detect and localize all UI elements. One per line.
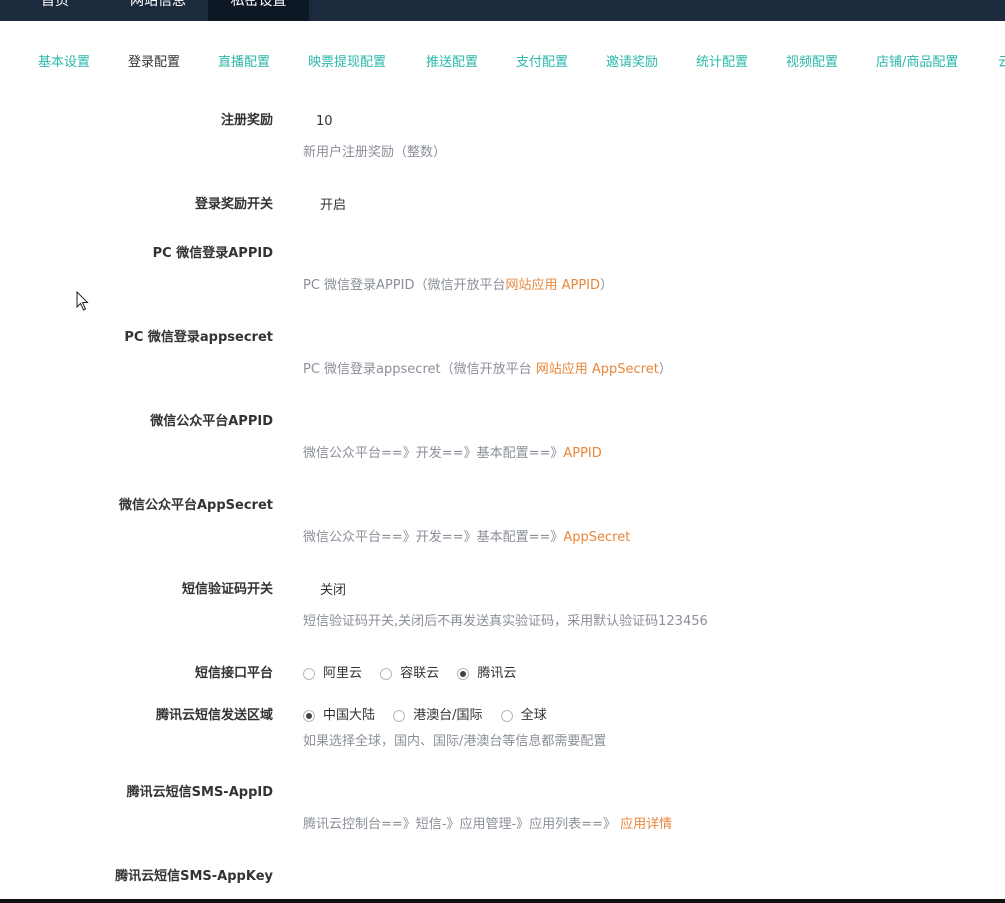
radio-option-label: 容联云 [400,666,440,681]
login-reward-label: 登录奖励开关 [194,197,273,212]
tx-appid-help-link[interactable]: 应用详情 [620,817,672,832]
sms-switch-label: 短信验证码开关 [181,582,273,597]
subtab-invite[interactable]: 邀请奖励 [606,52,658,74]
radio-option-label: 全球 [520,708,547,723]
pc-wx-appid-help: PC 微信登录APPID（微信开放平台网站应用 APPID） [303,277,613,295]
reg-reward-input[interactable]: 10 [316,113,333,131]
tx-appid-help: 腾讯云控制台==》短信-》应用管理-》应用列表==》 应用详情 [303,816,672,834]
subtab-stats[interactable]: 统计配置 [696,52,748,74]
radio-unchecked-icon[interactable] [393,710,406,722]
radio-checked-icon[interactable] [457,668,470,680]
subtab-live[interactable]: 直播配置 [218,52,270,74]
tx-region-help: 如果选择全球，国内、国际/港澳台等信息都需要配置 [303,734,607,749]
topnav-site-info[interactable]: 网站信息 [110,0,206,21]
mp-secret-help-link[interactable]: AppSecret [563,530,630,545]
sms-platform-radio-group: 阿里云 容联云 腾讯云 [303,665,530,686]
sms-switch-select[interactable]: 关闭 [320,582,346,600]
subtab-push[interactable]: 推送配置 [426,52,478,74]
pc-wx-secret-help-prefix: PC 微信登录appsecret（微信开放平台 [303,362,536,377]
settings-subtabs: 基本设置 登录配置 直播配置 映票提现配置 推送配置 支付配置 邀请奖励 统计配… [0,52,1005,74]
sms-platform-option-tencent[interactable]: 腾讯云 [457,665,516,683]
bottom-edge-bar [0,899,1005,903]
subtab-login[interactable]: 登录配置 [128,52,180,74]
pc-wx-secret-help-suffix: ） [658,362,672,377]
radio-option-label: 中国大陆 [323,708,376,723]
mp-secret-help-prefix: 微信公众平台==》开发==》基本配置==》 [303,530,564,545]
login-reward-select[interactable]: 开启 [320,197,346,215]
sms-platform-label: 短信接口平台 [194,666,273,681]
subtab-basic[interactable]: 基本设置 [38,52,90,74]
tx-region-label: 腾讯云短信发送区域 [155,708,273,723]
tx-appkey-label: 腾讯云短信SMS-AppKey [115,869,273,884]
tx-region-option-mainland[interactable]: 中国大陆 [303,707,375,725]
subtab-shop[interactable]: 店铺/商品配置 [876,52,958,74]
pc-wx-secret-label: PC 微信登录appsecret [124,330,273,345]
subtab-cloud[interactable]: 云 [998,52,1005,74]
top-navbar: 首页 网站信息 私密设置 [0,0,1005,21]
radio-unchecked-icon[interactable] [500,710,513,722]
mp-appid-help-prefix: 微信公众平台==》开发==》基本配置==》 [303,446,564,461]
sms-switch-help: 短信验证码开关,关闭后不再发送真实验证码，采用默认验证码123456 [303,614,708,629]
subtab-payment[interactable]: 支付配置 [516,52,568,74]
radio-unchecked-icon[interactable] [380,668,393,680]
sms-platform-option-ronglian[interactable]: 容联云 [380,665,439,683]
topnav-home[interactable]: 首页 [20,0,90,21]
subtab-video[interactable]: 视频配置 [786,52,838,74]
radio-option-label: 阿里云 [323,666,363,681]
mp-secret-help: 微信公众平台==》开发==》基本配置==》AppSecret [303,529,630,547]
mp-appid-help-link[interactable]: APPID [563,446,601,461]
radio-option-label: 腾讯云 [477,666,517,681]
tx-appid-help-prefix: 腾讯云控制台==》短信-》应用管理-》应用列表==》 [303,817,621,832]
reg-reward-help: 新用户注册奖励（整数） [303,145,447,160]
pc-wx-appid-help-suffix: ） [600,278,614,293]
mp-secret-label: 微信公众平台AppSecret [118,498,273,513]
pc-wx-appid-help-link[interactable]: 网站应用 APPID [505,278,600,293]
tx-region-radio-group: 中国大陆 港澳台/国际 全球 [303,707,561,728]
radio-option-label: 港澳台/国际 [413,708,483,723]
mp-appid-help: 微信公众平台==》开发==》基本配置==》APPID [303,445,602,463]
pc-wx-appid-help-prefix: PC 微信登录APPID（微信开放平台 [303,278,506,293]
topnav-private-settings[interactable]: 私密设置 [208,0,309,21]
subtab-withdraw[interactable]: 映票提现配置 [308,52,386,74]
reg-reward-label: 注册奖励 [220,113,273,128]
tx-region-option-global[interactable]: 全球 [500,707,547,725]
mouse-pointer-icon [76,291,89,311]
radio-unchecked-icon[interactable] [303,668,315,680]
tx-appid-label: 腾讯云短信SMS-AppID [126,785,273,800]
pc-wx-secret-help: PC 微信登录appsecret（微信开放平台 网站应用 AppSecret） [303,361,672,379]
tx-region-option-international[interactable]: 港澳台/国际 [393,707,483,725]
radio-checked-icon[interactable] [303,710,315,722]
mp-appid-label: 微信公众平台APPID [150,414,273,429]
pc-wx-appid-label: PC 微信登录APPID [152,246,273,261]
sms-platform-option-aliyun[interactable]: 阿里云 [303,665,362,683]
pc-wx-secret-help-link[interactable]: 网站应用 AppSecret [536,362,659,377]
